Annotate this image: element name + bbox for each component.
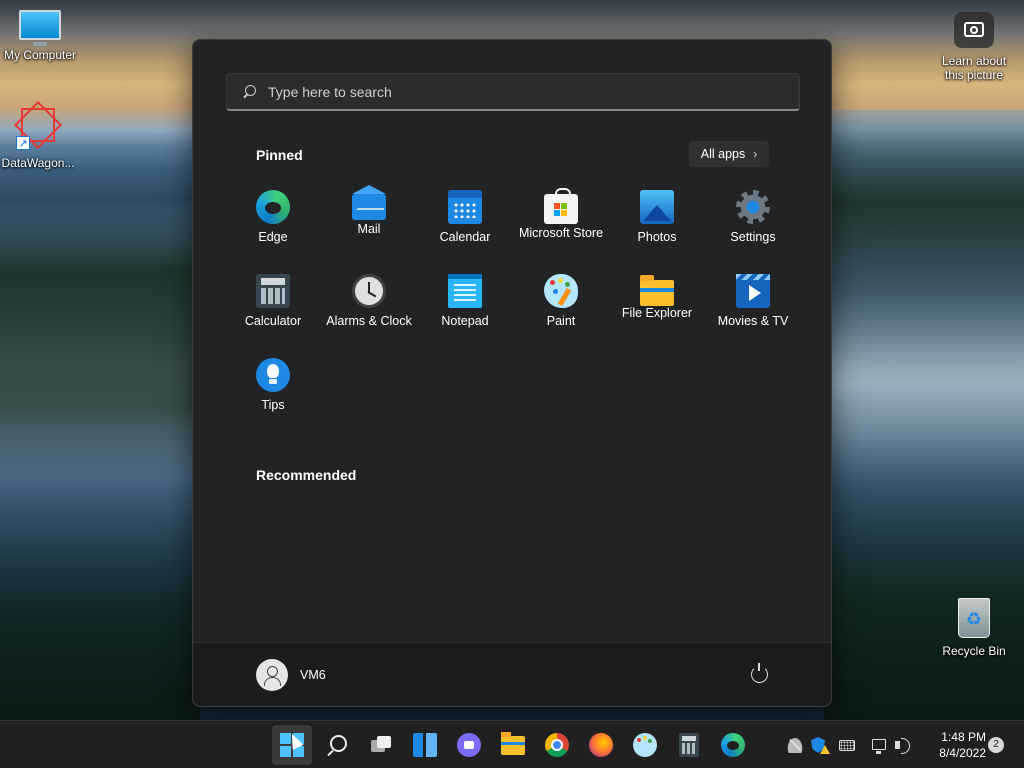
widgets-icon[interactable] xyxy=(413,733,437,757)
calendar-icon xyxy=(448,190,482,224)
clock-date: 8/4/2022 xyxy=(939,746,986,760)
mail-icon xyxy=(352,185,386,220)
desktop-icon-my-computer[interactable]: My Computer xyxy=(0,10,80,62)
user-name[interactable]: VM6 xyxy=(300,668,326,682)
search-icon xyxy=(242,84,256,99)
pinned-app-label: Edge xyxy=(258,230,288,244)
pinned-app-paint[interactable]: Paint xyxy=(513,264,609,348)
volume-icon[interactable] xyxy=(894,737,910,754)
pinned-app-notepad[interactable]: Notepad xyxy=(417,264,513,348)
start-search-box[interactable] xyxy=(226,73,800,111)
power-icon[interactable] xyxy=(751,663,768,683)
recommended-title: Recommended xyxy=(256,467,357,483)
edge-icon xyxy=(256,190,290,224)
pinned-app-label: Notepad xyxy=(441,314,489,328)
notification-badge[interactable]: 2 xyxy=(988,737,1004,753)
desktop-icon-learn-about-picture[interactable]: Learn about this picture xyxy=(934,12,1014,82)
store-icon xyxy=(544,188,578,224)
pinned-app-label: Settings xyxy=(730,230,776,244)
pinned-app-settings[interactable]: Settings xyxy=(705,180,801,264)
search-icon[interactable] xyxy=(325,733,349,757)
pinned-app-label: Paint xyxy=(546,314,576,328)
pinned-app-label: Mail xyxy=(357,222,381,236)
recycle-bin-icon: ♻ xyxy=(958,598,990,638)
pinned-title: Pinned xyxy=(256,147,303,163)
folder-icon xyxy=(640,275,674,306)
edge-icon[interactable] xyxy=(721,733,745,757)
chevron-right-icon: › xyxy=(753,147,758,161)
task-view-icon[interactable] xyxy=(369,733,393,757)
gear-icon xyxy=(736,190,770,224)
file-explorer-icon[interactable] xyxy=(501,732,525,755)
pinned-apps-grid: Edge Mail Calendar Microsoft Store Photo… xyxy=(225,180,801,432)
desktop-icon-label: DataWagon... xyxy=(1,156,75,170)
pinned-app-label: Calculator xyxy=(244,314,302,328)
pinned-app-label: Tips xyxy=(261,398,285,412)
pinned-app-label: Microsoft Store xyxy=(518,226,604,240)
pinned-app-edge[interactable]: Edge xyxy=(225,180,321,264)
pinned-app-label: File Explorer xyxy=(621,306,693,320)
pinned-app-calculator[interactable]: Calculator xyxy=(225,264,321,348)
onedrive-off-icon[interactable] xyxy=(787,737,803,753)
datawagon-logo-icon: ↗ xyxy=(13,100,63,150)
start-menu-footer: VM6 xyxy=(193,642,831,706)
wallpaper-left xyxy=(0,120,200,720)
pinned-app-mail[interactable]: Mail xyxy=(321,180,417,264)
chat-icon[interactable] xyxy=(457,733,481,757)
lightbulb-icon xyxy=(256,358,290,392)
calculator-icon[interactable] xyxy=(679,733,699,757)
security-warning-icon[interactable] xyxy=(811,737,830,754)
avatar[interactable] xyxy=(256,659,288,691)
pinned-app-microsoft-store[interactable]: Microsoft Store xyxy=(513,180,609,264)
desktop-icon-label: Learn about this picture xyxy=(941,54,1007,82)
notepad-icon xyxy=(448,274,482,308)
all-apps-label: All apps xyxy=(700,147,746,161)
photos-icon xyxy=(640,190,674,224)
camera-icon xyxy=(954,12,994,48)
pinned-app-label: Alarms & Clock xyxy=(326,314,412,328)
clock[interactable]: 1:48 PM 8/4/2022 xyxy=(916,729,986,761)
pinned-app-label: Movies & TV xyxy=(717,314,789,328)
monitor-icon xyxy=(19,10,61,46)
pinned-app-label: Calendar xyxy=(439,230,491,244)
firefox-icon[interactable] xyxy=(589,733,613,757)
desktop-icon-datawagon[interactable]: ↗ DataWagon... xyxy=(0,100,78,170)
movies-play-icon xyxy=(736,274,770,308)
desktop-icon-recycle-bin[interactable]: ♻ Recycle Bin xyxy=(934,598,1014,658)
taskbar: 1:48 PM 8/4/2022 2 xyxy=(0,720,1024,768)
clock-time: 1:48 PM xyxy=(941,730,986,744)
chrome-icon[interactable] xyxy=(545,733,569,757)
pinned-app-file-explorer[interactable]: File Explorer xyxy=(609,264,705,348)
pinned-app-calendar[interactable]: Calendar xyxy=(417,180,513,264)
all-apps-button[interactable]: All apps › xyxy=(689,141,769,167)
desktop-icon-label: My Computer xyxy=(3,48,77,62)
pinned-app-tips[interactable]: Tips xyxy=(225,348,321,432)
start-menu: Pinned All apps › Edge Mail Calendar Mic… xyxy=(192,39,832,707)
network-icon[interactable] xyxy=(872,739,886,754)
shortcut-arrow-icon: ↗ xyxy=(16,136,30,150)
search-input[interactable] xyxy=(268,83,788,100)
paint-icon[interactable] xyxy=(633,733,657,757)
clock-icon xyxy=(352,274,386,308)
calculator-icon xyxy=(256,274,290,308)
pinned-app-alarms-clock[interactable]: Alarms & Clock xyxy=(321,264,417,348)
paint-palette-icon xyxy=(544,274,578,308)
desktop-icon-label: Recycle Bin xyxy=(942,644,1006,658)
keyboard-icon[interactable] xyxy=(839,740,855,751)
pinned-app-movies-tv[interactable]: Movies & TV xyxy=(705,264,801,348)
pinned-app-photos[interactable]: Photos xyxy=(609,180,705,264)
pinned-app-label: Photos xyxy=(637,230,677,244)
